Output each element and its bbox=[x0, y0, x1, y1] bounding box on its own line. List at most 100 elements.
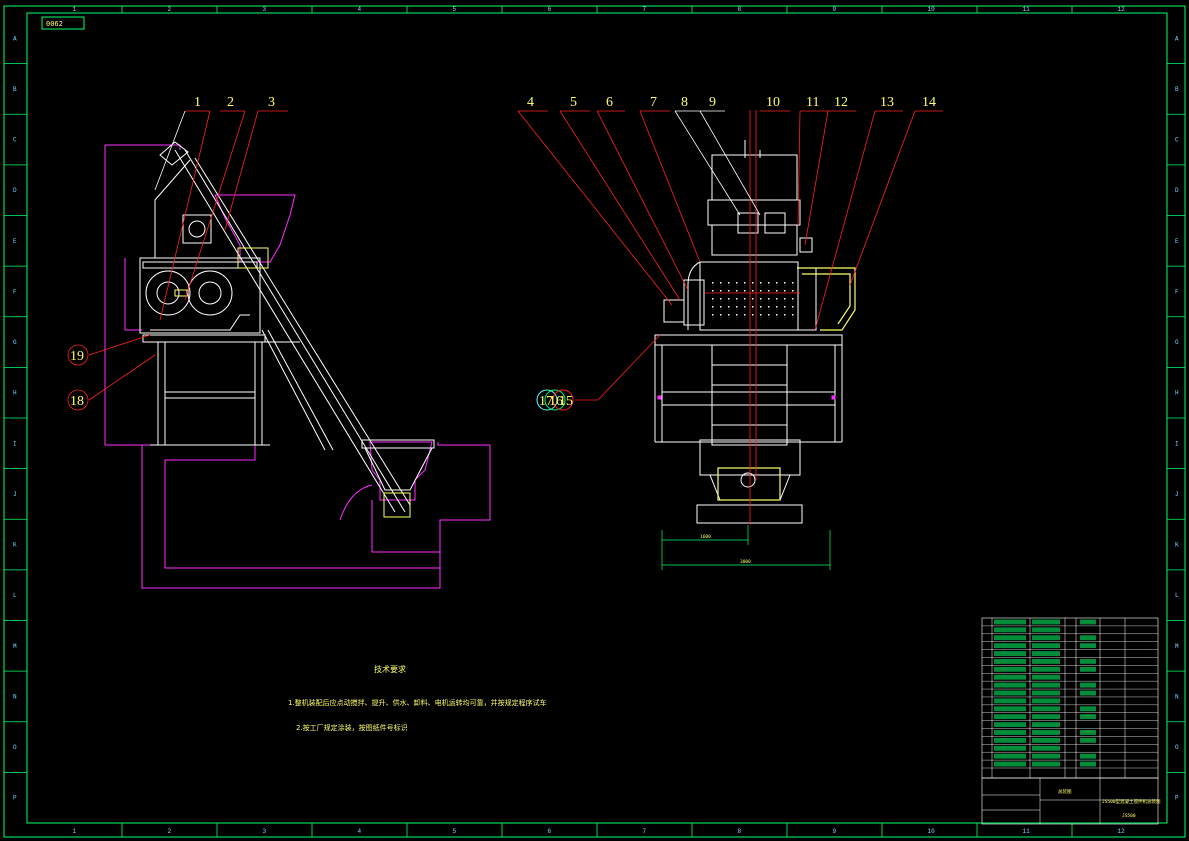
parts-code-cell bbox=[994, 730, 1026, 735]
parts-name-cell bbox=[1032, 745, 1060, 751]
parts-name-cell bbox=[1032, 643, 1060, 649]
parts-material-cell bbox=[1080, 730, 1096, 735]
drum-dot bbox=[736, 306, 738, 308]
callout-5: 5 bbox=[570, 95, 577, 110]
drum-dot bbox=[760, 306, 762, 308]
callout-4: 4 bbox=[527, 95, 534, 110]
parts-name-cell bbox=[1032, 761, 1060, 767]
grid-label: 7 bbox=[643, 828, 647, 835]
sheet-border bbox=[3, 5, 1186, 838]
drum-dot bbox=[752, 282, 754, 284]
drum-dot bbox=[784, 282, 786, 284]
drum-dot bbox=[768, 306, 770, 308]
drum-dot bbox=[744, 314, 746, 316]
parts-name-cell bbox=[1032, 730, 1060, 735]
drawing-code: JS500 bbox=[1122, 813, 1136, 819]
parts-material-cell bbox=[1080, 619, 1096, 625]
callout-3: 3 bbox=[268, 95, 275, 110]
grid-label: 8 bbox=[738, 828, 742, 835]
drum-dot bbox=[768, 290, 770, 292]
callout-12: 12 bbox=[834, 95, 848, 110]
drum-dot bbox=[792, 290, 794, 292]
grid-label: A bbox=[13, 35, 17, 42]
grid-label: H bbox=[13, 390, 17, 397]
callout-11: 11 bbox=[806, 95, 819, 110]
technical-requirements: 技术要求 1.整机装配后应点动搅拌、提升、供水、卸料、电机运转均可靠，并按规定程… bbox=[288, 664, 547, 732]
grid-label: 9 bbox=[833, 828, 837, 835]
grid-label: L bbox=[1175, 592, 1179, 599]
parts-code-cell bbox=[994, 722, 1026, 728]
parts-material-cell bbox=[1080, 658, 1096, 664]
grid-label: 2 bbox=[168, 828, 172, 835]
drum-dot bbox=[712, 282, 714, 284]
parts-material-cell bbox=[1080, 761, 1096, 767]
parts-code-cell bbox=[994, 706, 1026, 712]
drum-dot bbox=[752, 290, 754, 292]
parts-code-cell bbox=[994, 674, 1026, 680]
drum-dot bbox=[744, 282, 746, 284]
drum-dot bbox=[736, 282, 738, 284]
drum-dot bbox=[760, 282, 762, 284]
drum-dot bbox=[760, 290, 762, 292]
parts-material-cell bbox=[1080, 714, 1096, 720]
grid-label: 4 bbox=[358, 6, 362, 13]
drawing-number-box: 0062 bbox=[41, 16, 85, 30]
parts-name-cell bbox=[1032, 682, 1060, 688]
grid-label: J bbox=[13, 491, 17, 498]
callout-1: 1 bbox=[194, 95, 201, 110]
drum-dot bbox=[792, 282, 794, 284]
drum-dot bbox=[736, 290, 738, 292]
grid-label: H bbox=[1175, 390, 1179, 397]
callout-8: 8 bbox=[681, 95, 688, 110]
parts-material-cell bbox=[1080, 706, 1096, 712]
parts-name-cell bbox=[1032, 698, 1060, 704]
parts-code-cell bbox=[994, 619, 1026, 625]
drum-dot bbox=[744, 306, 746, 308]
grid-zone-left: A B C D E F G H I J K L M N O P bbox=[4, 35, 27, 802]
parts-material-cell bbox=[1080, 690, 1096, 696]
drum-dot bbox=[728, 282, 730, 284]
drum-dot bbox=[744, 290, 746, 292]
grid-zone-top: 1 2 3 4 5 6 7 8 9 10 11 12 bbox=[73, 6, 1125, 13]
drum-dot bbox=[768, 314, 770, 316]
grid-label: E bbox=[1175, 238, 1179, 245]
parts-name-cell bbox=[1032, 658, 1060, 664]
grid-label: N bbox=[13, 693, 17, 700]
drum-dot bbox=[776, 282, 778, 284]
parts-material-cell bbox=[1080, 753, 1096, 759]
parts-material-cell bbox=[1080, 737, 1096, 743]
drum-dot bbox=[728, 306, 730, 308]
parts-code-cell bbox=[994, 690, 1026, 696]
grid-label: J bbox=[1175, 491, 1179, 498]
grid-label: I bbox=[1175, 440, 1179, 447]
drum-dot bbox=[776, 314, 778, 316]
parts-code-cell bbox=[994, 643, 1026, 649]
assembly-label: 总装图 bbox=[1058, 788, 1072, 795]
drum-dot bbox=[776, 290, 778, 292]
parts-code-cell bbox=[994, 658, 1026, 664]
drum-dot bbox=[768, 298, 770, 300]
parts-code-cell bbox=[994, 745, 1026, 751]
notes-line-2: 2.按工厂规定涂装，按图纸件号标识 bbox=[296, 723, 408, 732]
grid-label: P bbox=[1175, 795, 1179, 802]
grid-zone-bottom: 1 2 3 4 5 6 7 8 9 10 11 12 bbox=[73, 823, 1125, 837]
callout-18: 18 bbox=[70, 394, 84, 409]
parts-name-cell bbox=[1032, 651, 1060, 656]
grid-label: O bbox=[13, 744, 17, 751]
callout-9: 9 bbox=[709, 95, 716, 110]
grid-label: 9 bbox=[833, 6, 837, 13]
notes-title: 技术要求 bbox=[374, 664, 406, 674]
drum-dot bbox=[720, 282, 722, 284]
drum-dot bbox=[712, 298, 714, 300]
parts-name-cell bbox=[1032, 666, 1060, 672]
parts-name-cell bbox=[1032, 674, 1060, 680]
drum-dot bbox=[784, 290, 786, 292]
parts-code-cell bbox=[994, 714, 1026, 720]
dim-inner: 1600 bbox=[700, 534, 711, 540]
callout-15: 15 bbox=[559, 394, 573, 409]
grid-label: 5 bbox=[453, 828, 457, 835]
grid-label: B bbox=[1175, 86, 1179, 93]
drum-dot bbox=[736, 298, 738, 300]
callout-14: 14 bbox=[922, 95, 936, 110]
grid-label: 3 bbox=[263, 6, 267, 13]
